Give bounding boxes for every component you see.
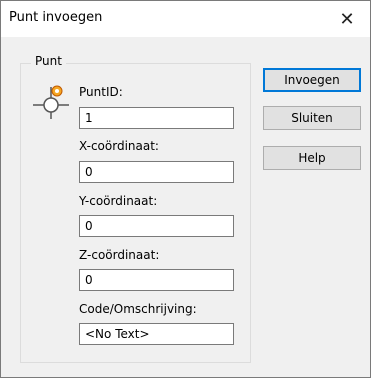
- y-coordinate-label: Y-coördinaat:: [79, 194, 158, 208]
- title-bar: Punt invoegen ✕: [1, 1, 370, 37]
- puntid-label: PuntID:: [79, 85, 123, 99]
- z-coordinate-field[interactable]: [79, 269, 234, 291]
- y-coordinate-field[interactable]: [79, 215, 234, 237]
- insert-button[interactable]: Invoegen: [263, 68, 361, 92]
- help-button[interactable]: Help: [263, 146, 361, 170]
- close-icon[interactable]: ✕: [324, 1, 370, 37]
- x-coordinate-label: X-coördinaat:: [79, 139, 159, 153]
- code-description-label: Code/Omschrijving:: [79, 302, 197, 316]
- dialog-title: Punt invoegen: [9, 10, 103, 25]
- point-group-label: Punt: [31, 54, 66, 68]
- puntid-field[interactable]: [79, 107, 234, 129]
- x-coordinate-field[interactable]: [79, 161, 234, 183]
- insert-point-dialog: Punt invoegen ✕ Punt PuntID: X-coördinaa…: [0, 0, 371, 378]
- close-button[interactable]: Sluiten: [263, 106, 361, 130]
- z-coordinate-label: Z-coördinaat:: [79, 248, 160, 262]
- point-marker-icon: [33, 85, 69, 119]
- code-description-field[interactable]: [79, 323, 234, 345]
